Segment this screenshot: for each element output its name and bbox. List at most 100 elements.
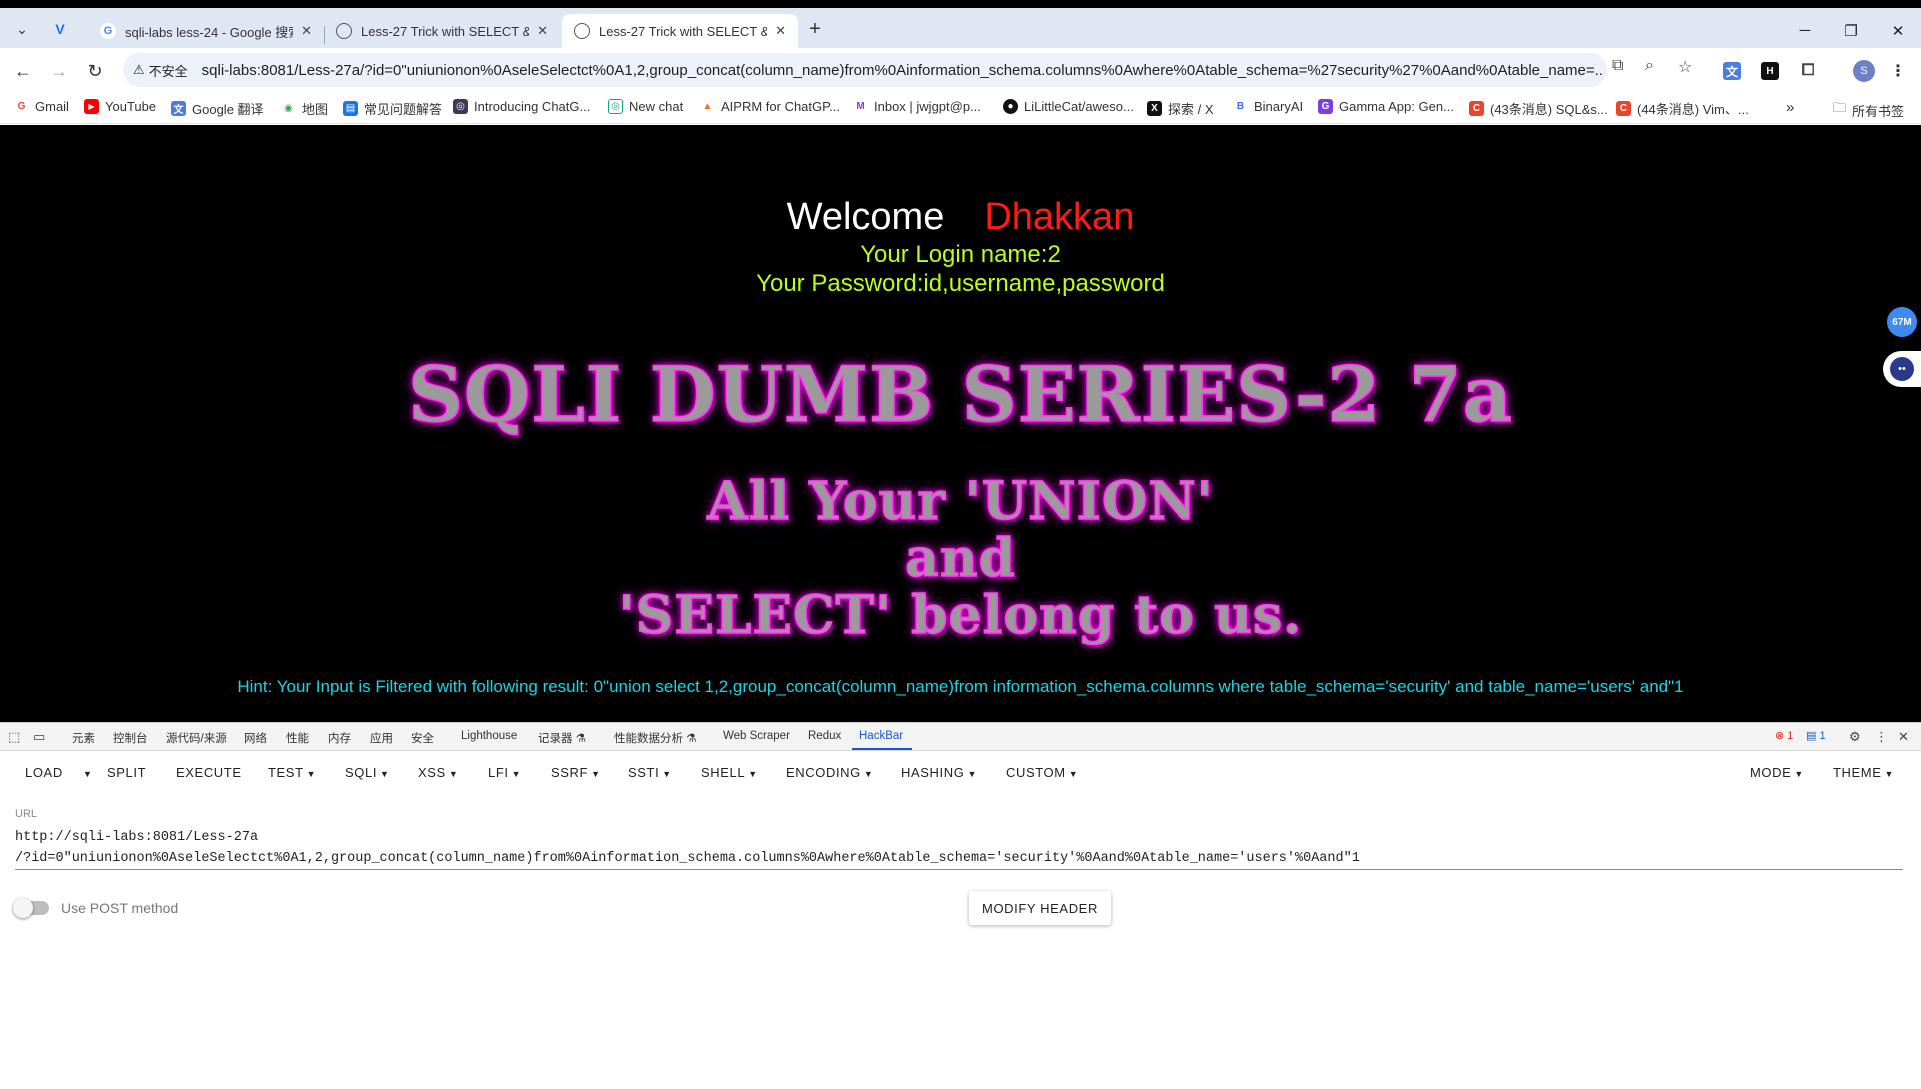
close-tab-icon[interactable]: ✕ [775, 23, 786, 39]
devtools-tab-lighthouse[interactable]: Lighthouse [461, 730, 517, 742]
bookmark-aiprm[interactable]: ▲ AIPRM for ChatGP... [700, 99, 840, 114]
use-post-toggle[interactable]: Use POST method [13, 898, 178, 918]
tab-google-search[interactable]: G sqli-labs less-24 - Google 搜索 ✕ [88, 14, 324, 48]
v-extension-icon[interactable]: V [46, 16, 74, 42]
url-text[interactable]: sqli-labs:8081/Less-27a/?id=0"uniunionon… [202, 62, 1602, 79]
devtools-tab-console[interactable]: 控制台 [113, 730, 148, 746]
tab-title: Less-27 Trick with SELECT & UNION [599, 23, 767, 39]
bookmark-youtube[interactable]: ▶ YouTube [84, 99, 156, 114]
bookmark-inbox[interactable]: M Inbox | jwjgpt@p... [853, 99, 981, 114]
devtools-tab-memory[interactable]: 内存 [328, 730, 351, 746]
close-devtools-icon[interactable]: ✕ [1898, 729, 1909, 745]
bookmark-introducing-chatgpt[interactable]: ◎ Introducing ChatG... [453, 99, 590, 114]
motto-line-3: 'SELECT' belong to us. [618, 584, 1303, 647]
modify-header-button[interactable]: MODIFY HEADER [969, 891, 1111, 925]
more-bookmarks-chevron-icon[interactable]: » [1786, 99, 1794, 116]
devtools-tab-web-scraper[interactable]: Web Scraper [723, 730, 790, 742]
bookmark-label: LiLittleCat/aweso... [1024, 99, 1134, 114]
security-label: 不安全 [148, 63, 188, 79]
test-menu[interactable]: TEST ▼ [268, 765, 316, 780]
message-count[interactable]: ▤ 1 [1806, 729, 1826, 742]
bookmark-binaryai[interactable]: B BinaryAI [1233, 99, 1303, 114]
devtools-tab-security[interactable]: 安全 [411, 730, 434, 746]
lfi-menu[interactable]: LFI ▼ [488, 765, 521, 780]
translate-extension-icon[interactable]: 文 [1723, 62, 1741, 80]
devtools-tab-recorder[interactable]: 记录器 ⚗ [538, 730, 586, 746]
caret-down-icon: ▼ [967, 769, 977, 779]
security-indicator[interactable]: ⚠ 不安全 [133, 61, 188, 80]
back-icon[interactable]: ← [10, 58, 36, 84]
bookmark-google-translate[interactable]: 文 Google 翻译 [171, 99, 264, 118]
toggle-track[interactable] [13, 898, 49, 918]
bookmark-label: BinaryAI [1254, 99, 1304, 114]
assistant-bot-icon[interactable]: •• [1883, 351, 1921, 387]
split-button[interactable]: SPLIT [107, 765, 146, 780]
caret-down-icon: ▼ [662, 769, 672, 779]
encoding-label: ENCODING [786, 765, 861, 780]
devtools-tab-sources[interactable]: 源代码/来源 [166, 730, 227, 746]
speed-badge[interactable]: 67M [1883, 304, 1921, 340]
translate-page-icon[interactable]: ⧉ [1612, 57, 1623, 75]
execute-button[interactable]: EXECUTE [176, 765, 242, 780]
load-button[interactable]: LOAD [25, 765, 63, 780]
bookmark-faq[interactable]: ▤ 常见问题解答 [343, 99, 442, 118]
devtools-tab-performance[interactable]: 性能 [286, 730, 309, 746]
test-label: TEST [268, 765, 304, 780]
settings-gear-icon[interactable]: ⚙ [1849, 729, 1861, 745]
xss-menu[interactable]: XSS ▼ [418, 765, 458, 780]
ssti-menu[interactable]: SSTI ▼ [628, 765, 672, 780]
bookmark-x[interactable]: X 探索 / X [1147, 99, 1214, 118]
tab-less27-1[interactable]: Less-27 Trick with SELECT & UNION ✕ [324, 14, 560, 48]
close-window-icon[interactable]: ✕ [1883, 22, 1913, 40]
extensions-puzzle-icon[interactable]: ⧠ [1799, 62, 1817, 80]
forward-icon[interactable]: → [46, 58, 72, 84]
tab-less27-active[interactable]: Less-27 Trick with SELECT & UNION ✕ [562, 14, 798, 48]
hashing-menu[interactable]: HASHING ▼ [901, 765, 977, 780]
error-count[interactable]: ⊗ 1 [1775, 729, 1793, 742]
menu-kebab-icon[interactable]: ⋮ [1889, 62, 1907, 80]
bookmark-csdn-sql[interactable]: C (43条消息) SQL&s... [1469, 99, 1608, 118]
shell-menu[interactable]: SHELL ▼ [701, 765, 758, 780]
bookmark-label: (44条消息) Vim、... [1637, 102, 1749, 117]
omnibox[interactable]: ⚠ 不安全 sqli-labs:8081/Less-27a/?id=0"uniu… [123, 53, 1607, 87]
bookmark-star-icon[interactable]: ☆ [1678, 57, 1692, 77]
devtools-tab-network[interactable]: 网络 [244, 730, 267, 746]
bookmark-maps[interactable]: ◉ 地图 [281, 99, 328, 118]
devtools-tab-application[interactable]: 应用 [370, 730, 393, 746]
mode-menu[interactable]: MODE ▼ [1750, 765, 1804, 780]
bookmark-new-chat[interactable]: ◎ New chat [608, 99, 683, 114]
device-toolbar-icon[interactable]: ▭ [33, 729, 45, 745]
bookmark-github[interactable]: ● LiLittleCat/aweso... [1003, 99, 1134, 114]
bookmark-csdn-vim[interactable]: C (44条消息) Vim、... [1616, 99, 1749, 118]
devtools-tab-performance-insights[interactable]: 性能数据分析 ⚗ [614, 730, 697, 746]
reload-icon[interactable]: ↻ [82, 58, 108, 84]
bookmark-label: 常见问题解答 [364, 102, 443, 117]
minimize-icon[interactable]: ─ [1790, 22, 1820, 39]
devtools-tab-hackbar[interactable]: HackBar [859, 730, 903, 742]
bot-face-icon: •• [1890, 357, 1914, 381]
theme-menu[interactable]: THEME ▼ [1833, 765, 1894, 780]
custom-menu[interactable]: CUSTOM ▼ [1006, 765, 1078, 780]
binaryai-icon: B [1233, 99, 1248, 114]
load-dropdown-caret-icon[interactable]: ▼ [80, 765, 93, 780]
inspect-element-icon[interactable]: ⬚ [8, 729, 20, 745]
hackbar-url-textarea[interactable]: http://sqli-labs:8081/Less-27a /?id=0"uni… [15, 827, 1905, 869]
devtools-tab-elements[interactable]: 元素 [72, 730, 95, 746]
devtools-menu-icon[interactable]: ⋮ [1875, 729, 1888, 745]
ssrf-menu[interactable]: SSRF ▼ [551, 765, 601, 780]
all-bookmarks-button[interactable]: 🗀 所有书签 [1833, 99, 1904, 121]
close-tab-icon[interactable]: ✕ [301, 23, 312, 39]
bookmark-gmail[interactable]: G Gmail [14, 99, 69, 114]
devtools-tab-redux[interactable]: Redux [808, 730, 841, 742]
tab-search-chevron-icon[interactable]: ⌄ [8, 16, 36, 42]
encoding-menu[interactable]: ENCODING ▼ [786, 765, 873, 780]
h-extension-icon[interactable]: H [1761, 62, 1779, 80]
profile-avatar[interactable]: S [1853, 60, 1875, 82]
restore-icon[interactable]: ❐ [1836, 22, 1866, 40]
toggle-knob[interactable] [13, 898, 33, 918]
close-tab-icon[interactable]: ✕ [537, 23, 548, 39]
new-tab-button[interactable]: + [801, 16, 829, 42]
bookmark-gamma[interactable]: G Gamma App: Gen... [1318, 99, 1454, 114]
zoom-icon[interactable]: ⌕ [1645, 57, 1654, 75]
sqli-menu[interactable]: SQLI ▼ [345, 765, 390, 780]
